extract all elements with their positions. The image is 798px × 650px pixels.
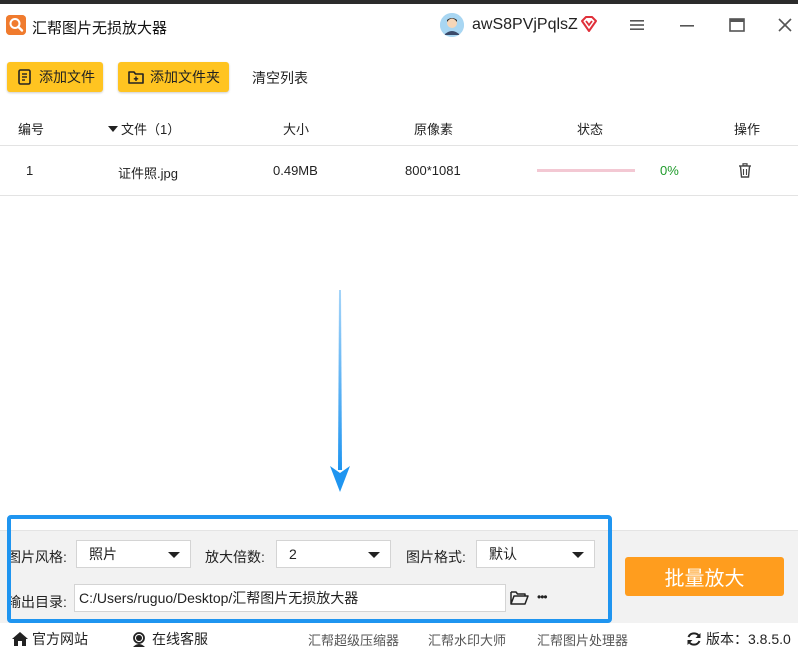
add-folder-button[interactable]: 添加文件夹 <box>118 62 229 92</box>
add-file-icon <box>17 69 33 85</box>
user-avatar[interactable] <box>440 13 464 37</box>
header-file-label: 文件（1） <box>121 122 181 137</box>
customer-service-icon <box>131 631 147 647</box>
row-progress-text: 0% <box>660 163 679 178</box>
header-status: 状态 <box>577 122 604 137</box>
official-website-label: 官方网站 <box>32 631 88 647</box>
online-support-label: 在线客服 <box>152 631 208 647</box>
online-support-link[interactable]: 在线客服 <box>131 629 208 649</box>
refresh-icon <box>686 631 702 647</box>
batch-enlarge-button[interactable]: 批量放大 <box>625 557 784 596</box>
home-icon <box>11 631 29 647</box>
add-folder-label: 添加文件夹 <box>150 69 220 85</box>
add-folder-icon <box>128 69 144 85</box>
version-info[interactable]: 版本： 3.8.5.0 <box>686 629 791 649</box>
header-action: 操作 <box>734 122 761 137</box>
sort-desc-icon <box>108 125 118 132</box>
maximize-icon[interactable] <box>725 14 749 36</box>
version-label: 版本： <box>706 631 748 647</box>
close-icon[interactable] <box>773 14 797 36</box>
header-pixels: 原像素 <box>414 122 454 137</box>
menu-icon[interactable] <box>625 14 649 36</box>
toolbar: 添加文件 添加文件夹 清空列表 <box>0 46 798 106</box>
row-pixels: 800*1081 <box>405 163 461 178</box>
highlight-box <box>7 515 612 623</box>
row-filename: 证件照.jpg <box>118 166 178 181</box>
row-index: 1 <box>26 163 34 178</box>
row-divider <box>0 195 798 196</box>
table-row[interactable]: 1 证件照.jpg 0.49MB 800*1081 0% <box>0 146 798 194</box>
status-bar: 官方网站 在线客服 汇帮超级压缩器 汇帮水印大师 汇帮图片处理器 版本： 3.8… <box>0 623 798 650</box>
minimize-icon[interactable] <box>675 14 699 36</box>
add-file-button[interactable]: 添加文件 <box>7 62 103 92</box>
row-size: 0.49MB <box>273 163 318 178</box>
image-processor-link[interactable]: 汇帮图片处理器 <box>537 630 628 649</box>
app-title: 汇帮图片无损放大器 <box>32 20 168 37</box>
header-file[interactable]: 文件（1） <box>108 119 180 138</box>
version-number: 3.8.5.0 <box>748 631 791 647</box>
table-header: 编号 文件（1） 大小 原像素 状态 操作 <box>0 110 798 144</box>
clear-list-button[interactable]: 清空列表 <box>252 68 308 88</box>
annotation-arrow-icon <box>328 290 352 497</box>
row-progress-bar <box>537 169 635 172</box>
header-index: 编号 <box>18 122 45 137</box>
vip-diamond-icon[interactable] <box>580 15 598 36</box>
official-website-link[interactable]: 官方网站 <box>11 629 88 649</box>
title-bar: 汇帮图片无损放大器 awS8PVjPqlsZ <box>0 4 798 46</box>
compressor-link[interactable]: 汇帮超级压缩器 <box>308 630 399 649</box>
delete-trash-icon[interactable] <box>738 163 752 181</box>
add-file-label: 添加文件 <box>39 69 95 85</box>
header-size: 大小 <box>283 122 310 137</box>
watermark-link[interactable]: 汇帮水印大师 <box>428 630 506 649</box>
username[interactable]: awS8PVjPqlsZ <box>472 16 578 34</box>
app-logo-icon <box>6 15 26 35</box>
